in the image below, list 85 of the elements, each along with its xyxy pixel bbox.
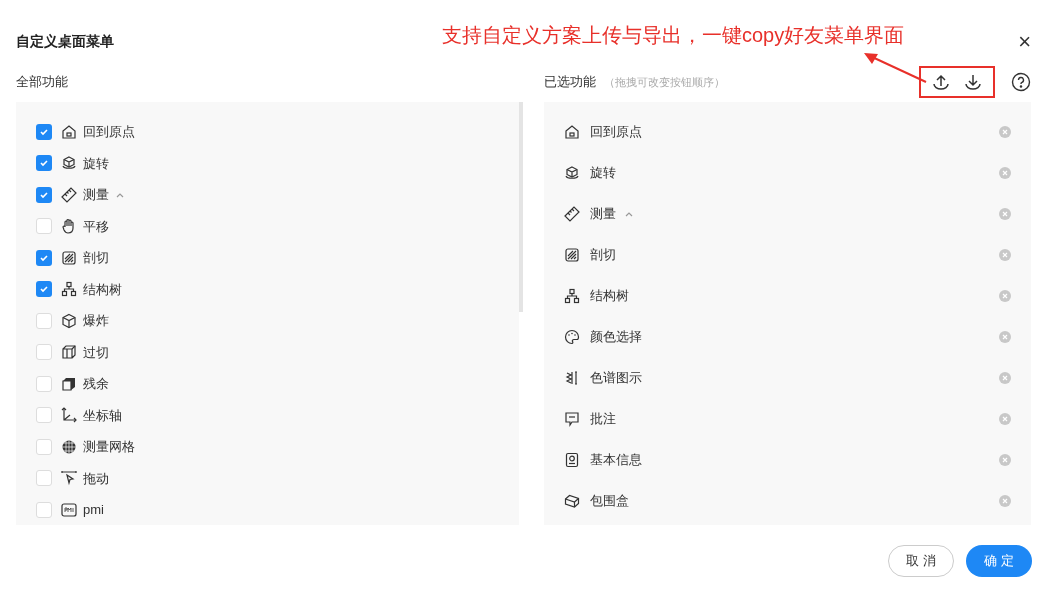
confirm-button[interactable]: 确 定 (966, 545, 1032, 577)
upload-icon[interactable] (932, 73, 950, 91)
tree-icon (61, 281, 77, 298)
remove-icon[interactable] (999, 125, 1011, 138)
checkbox[interactable] (36, 344, 52, 361)
palette-icon (564, 328, 581, 345)
item-label: 剖切 (83, 249, 109, 267)
checkmark-icon (39, 189, 49, 200)
item-label: 批注 (590, 409, 617, 428)
hint-text: （拖拽可改变按钮顺序） (604, 74, 726, 90)
remove-icon[interactable] (999, 289, 1011, 302)
checkbox[interactable] (36, 218, 52, 235)
item-label: pmi (83, 501, 104, 519)
checkbox[interactable] (36, 438, 52, 455)
comment-icon (564, 410, 581, 427)
item-label: 旋转 (590, 163, 617, 182)
home-icon (61, 123, 77, 140)
checkbox[interactable] (36, 501, 52, 518)
item-label: 残余 (83, 375, 109, 393)
checkmark-icon (39, 126, 49, 137)
help-icon[interactable] (1011, 72, 1031, 92)
hand-icon (61, 218, 77, 235)
close-button[interactable]: × (1018, 31, 1031, 53)
hatched-box-icon (564, 246, 581, 263)
item-label: 过切 (83, 343, 109, 362)
checkbox[interactable] (36, 281, 52, 298)
section-heading: 已选功能 (544, 73, 597, 92)
download-icon[interactable] (964, 73, 982, 91)
rotate-cube-icon (564, 164, 581, 181)
checkbox[interactable] (36, 123, 52, 140)
remove-icon[interactable] (999, 453, 1011, 466)
section-heading: 全部功能 (16, 73, 68, 92)
checkbox[interactable] (36, 407, 52, 424)
item-label: 剖切 (590, 245, 617, 264)
box-icon (564, 492, 581, 509)
checkmark-icon (39, 252, 49, 263)
item-label: 结构树 (83, 280, 122, 299)
remove-icon[interactable] (999, 248, 1011, 261)
ruler-icon (61, 186, 77, 203)
info-card-icon (564, 451, 581, 468)
cube-icon (61, 312, 77, 329)
checkbox[interactable] (36, 470, 52, 487)
item-label: 测量 (590, 204, 617, 223)
remove-icon[interactable] (999, 330, 1011, 343)
item-label: 结构树 (590, 286, 630, 305)
checkbox[interactable] (36, 186, 52, 203)
rotate-cube-icon (61, 155, 77, 172)
home-icon (564, 123, 581, 140)
item-label: 坐标轴 (83, 406, 122, 425)
remove-icon[interactable] (999, 166, 1011, 179)
checkmark-icon (39, 158, 49, 169)
checkbox[interactable] (36, 155, 52, 172)
checkmark-icon (39, 284, 49, 295)
axes-icon (61, 407, 77, 424)
checkbox[interactable] (36, 375, 52, 392)
solid-cube-icon (61, 375, 77, 392)
drag-arrow-icon (61, 470, 77, 487)
item-label: 拖动 (83, 469, 109, 488)
item-label: 测量网格 (83, 438, 135, 456)
ruler-icon (564, 205, 581, 222)
tree-icon (564, 287, 581, 304)
item-label: 基本信息 (590, 450, 643, 469)
item-label: 颜色选择 (590, 327, 643, 346)
remove-icon[interactable] (999, 412, 1011, 425)
item-label: 色谱图示 (590, 368, 643, 387)
cancel-button[interactable]: 取 消 (888, 545, 954, 577)
remove-icon[interactable] (999, 371, 1011, 384)
mesh-sphere-icon (61, 438, 77, 455)
dialog-title: 自定义桌面菜单 (16, 31, 114, 51)
annotation-text: 支持自定义方案上传与导出，一键copy好友菜单界面 (442, 23, 905, 48)
checkbox[interactable] (36, 312, 52, 329)
checkbox[interactable] (36, 249, 52, 266)
item-label: 爆炸 (83, 312, 109, 330)
item-label: 包围盒 (590, 491, 630, 510)
remove-icon[interactable] (999, 207, 1011, 220)
cut-box-icon (61, 344, 77, 361)
item-label: 回到原点 (590, 122, 643, 141)
item-label: 旋转 (83, 154, 109, 173)
item-label: 测量 (83, 186, 109, 204)
item-label: 回到原点 (83, 123, 135, 141)
scrollbar[interactable] (519, 102, 524, 312)
hatched-box-icon (61, 249, 77, 266)
item-label: 平移 (83, 217, 109, 236)
remove-icon[interactable] (999, 494, 1011, 507)
pmi-tag-icon (61, 501, 77, 518)
